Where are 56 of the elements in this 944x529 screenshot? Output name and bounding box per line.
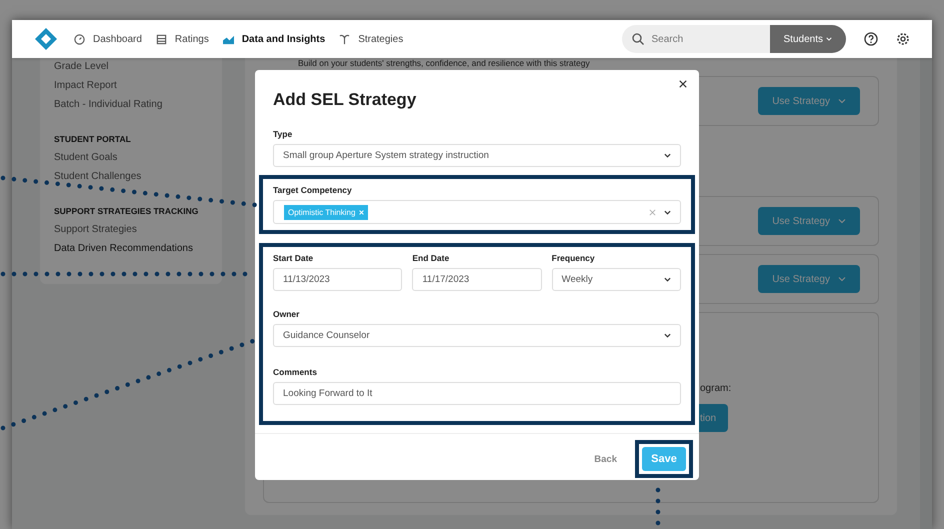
use-strategy-button[interactable]: Use Strategy	[758, 265, 860, 293]
type-select[interactable]: Small group Aperture System strategy instruction	[273, 144, 681, 167]
chevron-down-icon[interactable]	[664, 208, 671, 216]
sidebar-heading: STUDENT PORTAL	[54, 134, 132, 144]
gauge-icon	[74, 34, 85, 44]
sidebar-item[interactable]: Student Goals	[54, 152, 208, 163]
field-label: Frequency	[552, 253, 596, 263]
chevron-down-icon	[664, 152, 671, 159]
competency-tag[interactable]: Optimistic Thinking	[284, 204, 368, 220]
close-button[interactable]	[677, 78, 689, 90]
sidebar-item[interactable]: Batch - Individual Rating	[54, 99, 208, 110]
end-date-field[interactable]: 11/17/2023	[412, 268, 542, 291]
field-label: Type	[273, 129, 294, 139]
chart-icon	[222, 34, 234, 44]
program-text: ogram:	[700, 383, 732, 394]
list-icon	[156, 34, 167, 44]
field-label: Start Date	[273, 253, 314, 263]
sprout-icon	[339, 34, 350, 44]
chevron-down-icon	[838, 217, 846, 225]
start-date-field[interactable]: 11/13/2023	[273, 268, 402, 291]
intro-text: Build on your students' strengths, confidence, and resilience with this strategy	[298, 58, 591, 68]
owner-select[interactable]: Guidance Counselor	[273, 324, 681, 347]
chevron-down-icon	[838, 275, 846, 283]
comments-field[interactable]: Looking Forward to It	[273, 382, 681, 405]
logo-icon	[34, 27, 58, 51]
nav-link[interactable]: Strategies	[339, 34, 404, 44]
search-icon	[632, 33, 644, 45]
frequency-select[interactable]: Weekly	[552, 268, 681, 291]
use-strategy-button[interactable]: Use Strategy	[758, 207, 860, 235]
scrollbar[interactable]	[920, 58, 932, 529]
help-icon[interactable]	[864, 32, 878, 46]
sidebar-item[interactable]: Impact Report	[54, 80, 208, 91]
modal-title: Add SEL Strategy	[273, 90, 418, 110]
sidebar-item[interactable]: Grade Level	[54, 61, 208, 72]
sidebar-item[interactable]: Data Driven Recommendations	[54, 243, 208, 254]
nav-link[interactable]: Data and Insights	[222, 34, 326, 44]
chevron-down-icon	[826, 36, 832, 42]
back-button[interactable]: Back	[588, 452, 623, 466]
sidebar-item[interactable]: Support Strategies	[54, 224, 208, 235]
field-label: End Date	[412, 253, 450, 263]
field-label: Target Competency	[273, 185, 353, 195]
chevron-down-icon	[838, 97, 846, 105]
nav-link[interactable]: Dashboard	[74, 34, 142, 44]
field-label: Comments	[273, 367, 318, 377]
sidebar-heading: SUPPORT STRATEGIES TRACKING	[54, 206, 200, 216]
chevron-down-icon	[664, 276, 671, 283]
sidebar-item[interactable]: Student Challenges	[54, 171, 208, 182]
competency-select[interactable]: Optimistic Thinking	[273, 200, 681, 224]
search-field[interactable]: Search	[622, 25, 770, 53]
nav-link[interactable]: Ratings	[156, 34, 209, 44]
field-label: Owner	[273, 309, 300, 319]
save-button[interactable]: Save	[642, 447, 686, 471]
settings-icon[interactable]	[896, 32, 910, 46]
students-dropdown[interactable]: Students	[770, 25, 846, 53]
chevron-down-icon	[664, 332, 671, 339]
use-strategy-button[interactable]: Use Strategy	[758, 87, 860, 115]
